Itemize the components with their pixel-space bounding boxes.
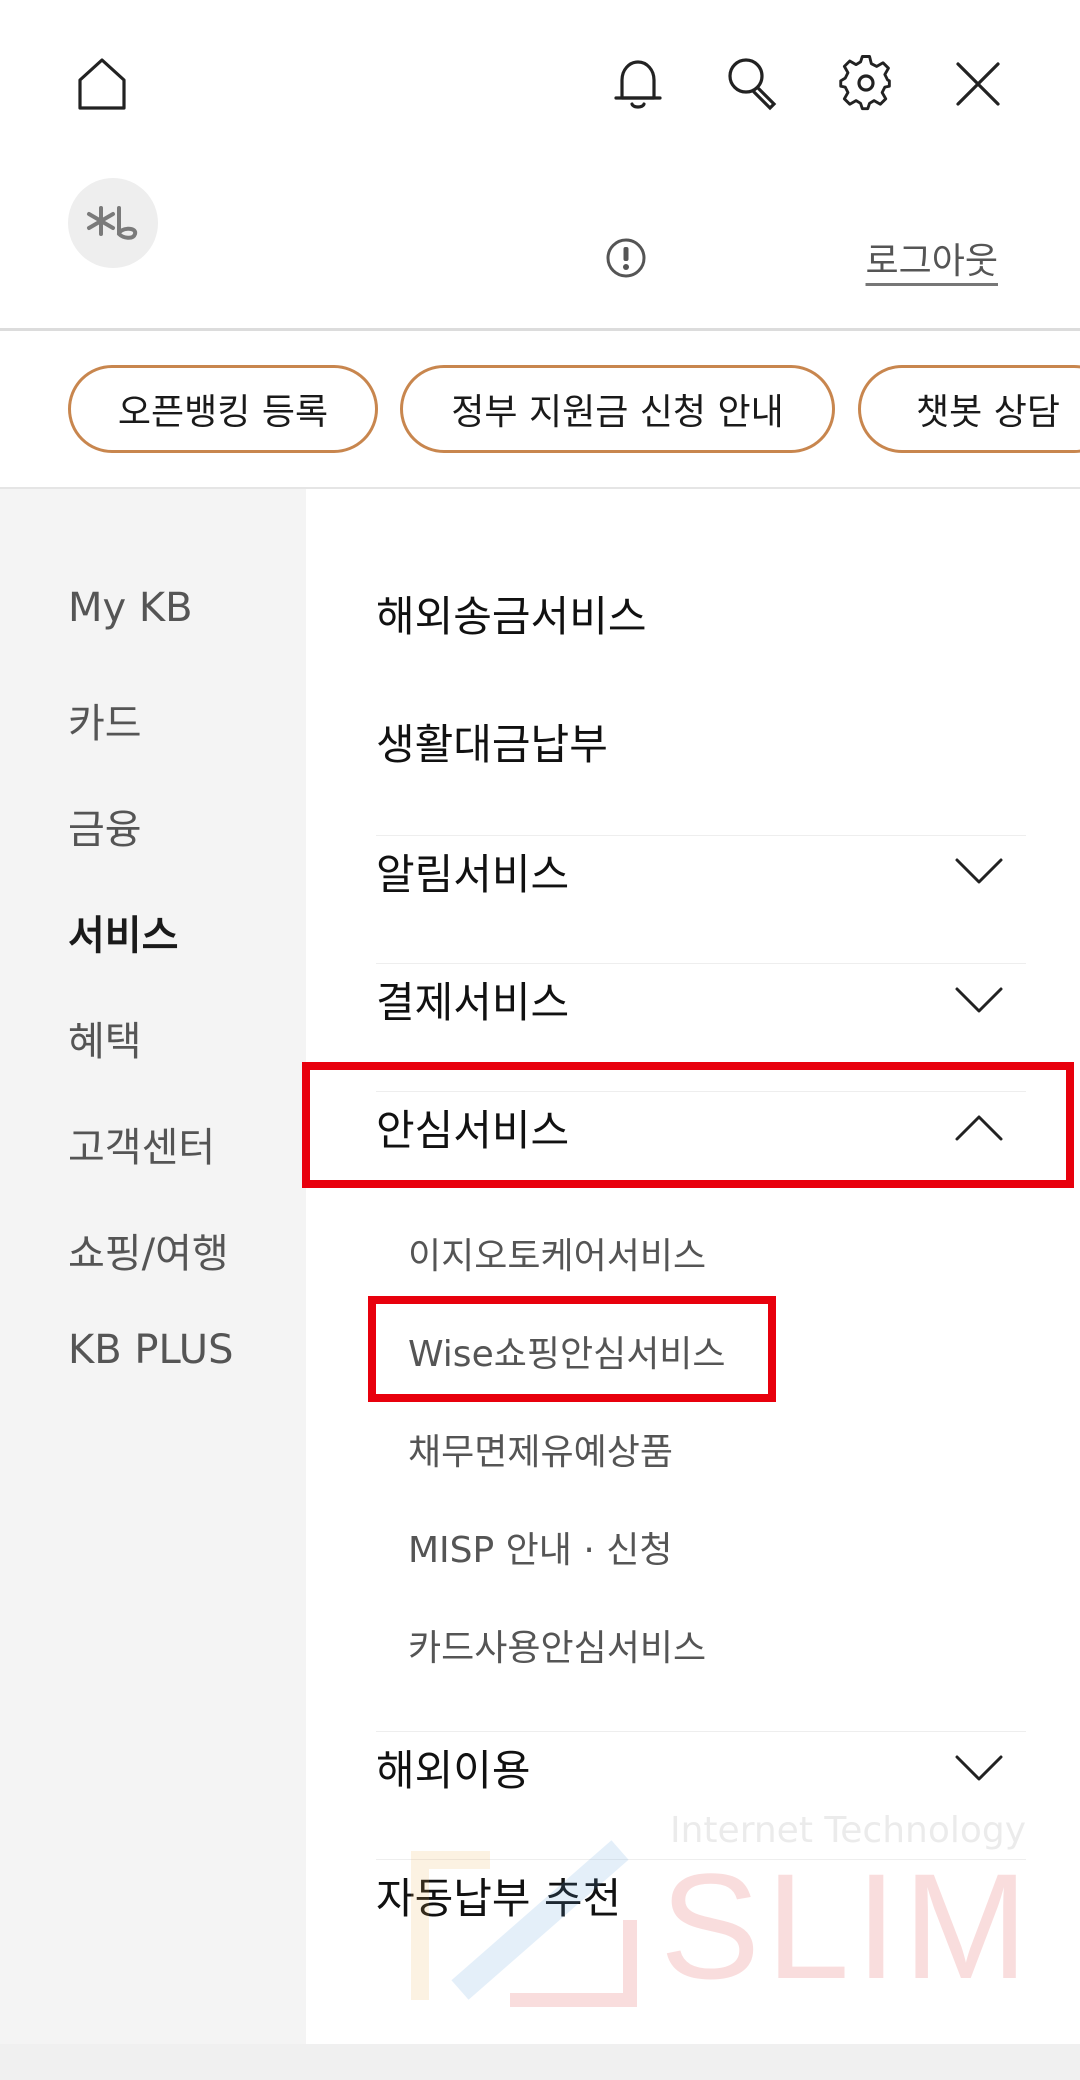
- sub-item-debt-exemption[interactable]: 채무면제유예상품: [408, 1423, 673, 1475]
- search-icon[interactable]: [712, 44, 792, 124]
- chevron-down-icon[interactable]: [954, 1753, 1004, 1783]
- bell-icon[interactable]: [598, 44, 678, 124]
- service-menu: 해외송금서비스 생활대금납부 알림서비스 결제서비스 안심서비스 이지오토케어서…: [306, 489, 1080, 2044]
- gear-icon[interactable]: [826, 44, 906, 124]
- divider: [376, 835, 1026, 836]
- home-icon[interactable]: [62, 44, 142, 124]
- menu-item-auto-payment-recommend[interactable]: 자동납부 추천: [376, 1865, 621, 1926]
- sidebar-item-finance[interactable]: 금융: [68, 797, 142, 855]
- quick-links: 오픈뱅킹 등록 정부 지원금 신청 안내 챗봇 상담: [0, 331, 1080, 487]
- menu-item-overseas-use[interactable]: 해외이용: [376, 1737, 531, 1798]
- logout-link[interactable]: 로그아웃: [866, 232, 998, 284]
- profile-section: 로그아웃: [0, 170, 1080, 328]
- sidebar-item-customer-center[interactable]: 고객센터: [68, 1115, 215, 1173]
- chip-open-banking[interactable]: 오픈뱅킹 등록: [68, 365, 378, 453]
- top-bar: [0, 0, 1080, 170]
- sub-item-misp-guide[interactable]: MISP 안내 · 신청: [408, 1521, 673, 1573]
- category-sidebar: My KB 카드 금융 서비스 혜택 고객센터 쇼핑/여행 KB PLUS: [0, 489, 306, 2080]
- highlight-box-safety-service: [302, 1062, 1074, 1188]
- sidebar-item-benefits[interactable]: 혜택: [68, 1009, 142, 1067]
- kb-star-icon: [87, 206, 138, 240]
- sidebar-item-card[interactable]: 카드: [68, 691, 142, 749]
- chevron-down-icon[interactable]: [954, 856, 1004, 886]
- sidebar-item-my-kb[interactable]: My KB: [68, 585, 193, 631]
- divider: [376, 963, 1026, 964]
- menu-item-payment-service[interactable]: 결제서비스: [376, 969, 569, 1030]
- close-icon[interactable]: [938, 44, 1018, 124]
- highlight-box-wise-shopping: [368, 1296, 776, 1402]
- divider: [376, 1859, 1026, 1860]
- sidebar-item-kb-plus[interactable]: KB PLUS: [68, 1327, 233, 1373]
- exclamation-icon[interactable]: [604, 236, 648, 280]
- chip-chatbot[interactable]: 챗봇 상담: [858, 365, 1080, 453]
- chip-government-subsidy[interactable]: 정부 지원금 신청 안내: [400, 365, 835, 453]
- bottom-strip: [0, 2044, 1080, 2080]
- sidebar-item-shopping-travel[interactable]: 쇼핑/여행: [68, 1221, 229, 1279]
- menu-item-living-payment[interactable]: 생활대금납부: [376, 711, 608, 772]
- chevron-down-icon[interactable]: [954, 985, 1004, 1015]
- sub-item-card-usage-safety[interactable]: 카드사용안심서비스: [408, 1619, 706, 1671]
- avatar[interactable]: [68, 178, 158, 268]
- sidebar-item-service[interactable]: 서비스: [68, 903, 178, 961]
- divider: [376, 1731, 1026, 1732]
- menu-item-notification-service[interactable]: 알림서비스: [376, 841, 569, 902]
- sub-item-easy-auto-care[interactable]: 이지오토케어서비스: [408, 1227, 706, 1279]
- menu-item-overseas-remittance[interactable]: 해외송금서비스: [376, 583, 646, 644]
